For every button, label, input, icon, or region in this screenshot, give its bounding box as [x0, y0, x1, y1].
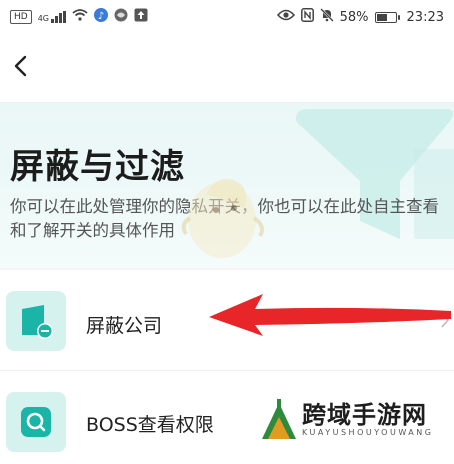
upload-icon: [134, 8, 148, 26]
row-divider: [0, 370, 454, 371]
nav-bar: [0, 34, 454, 102]
back-button[interactable]: [8, 54, 32, 82]
watermark-text: 跨域手游网: [302, 401, 427, 429]
hd-icon: HD: [10, 10, 32, 24]
row-label-block-company: 屏蔽公司: [86, 315, 163, 337]
section-divider: [0, 268, 454, 270]
battery-percent: 58%: [339, 9, 369, 25]
block-company-icon: [6, 291, 66, 351]
row-label-boss-view-permission: BOSS查看权限: [86, 414, 214, 436]
eye-icon: [276, 9, 295, 25]
status-left: HD 4G ♪: [10, 8, 148, 26]
battery-icon: [374, 11, 400, 23]
mascot-watermark-image: [178, 164, 270, 268]
network-label: 4G: [37, 14, 49, 23]
4g-signal-icon: 4G: [38, 11, 66, 23]
browser-icon: [114, 8, 128, 26]
nfc-icon: [300, 8, 314, 26]
search-icon: [6, 392, 66, 452]
status-right: 58% 23:23: [276, 8, 444, 26]
svg-text:♪: ♪: [98, 11, 104, 22]
mute-icon: [319, 8, 334, 26]
clock: 23:23: [406, 9, 444, 25]
chevron-left-icon: [13, 55, 27, 81]
wifi-icon: [72, 9, 88, 25]
status-bar: HD 4G ♪ 58% 23:23: [0, 0, 454, 34]
music-icon: ♪: [94, 8, 108, 26]
page-title: 屏蔽与过滤: [10, 147, 185, 187]
red-arrow-annotation: [205, 290, 454, 340]
battery-fill: [376, 13, 387, 21]
watermark-subtext: KUAYUSHOUYOUWANG: [302, 428, 434, 437]
site-watermark: 跨域手游网 KUAYUSHOUYOUWANG: [258, 395, 454, 449]
watermark-logo-icon: [258, 397, 300, 447]
